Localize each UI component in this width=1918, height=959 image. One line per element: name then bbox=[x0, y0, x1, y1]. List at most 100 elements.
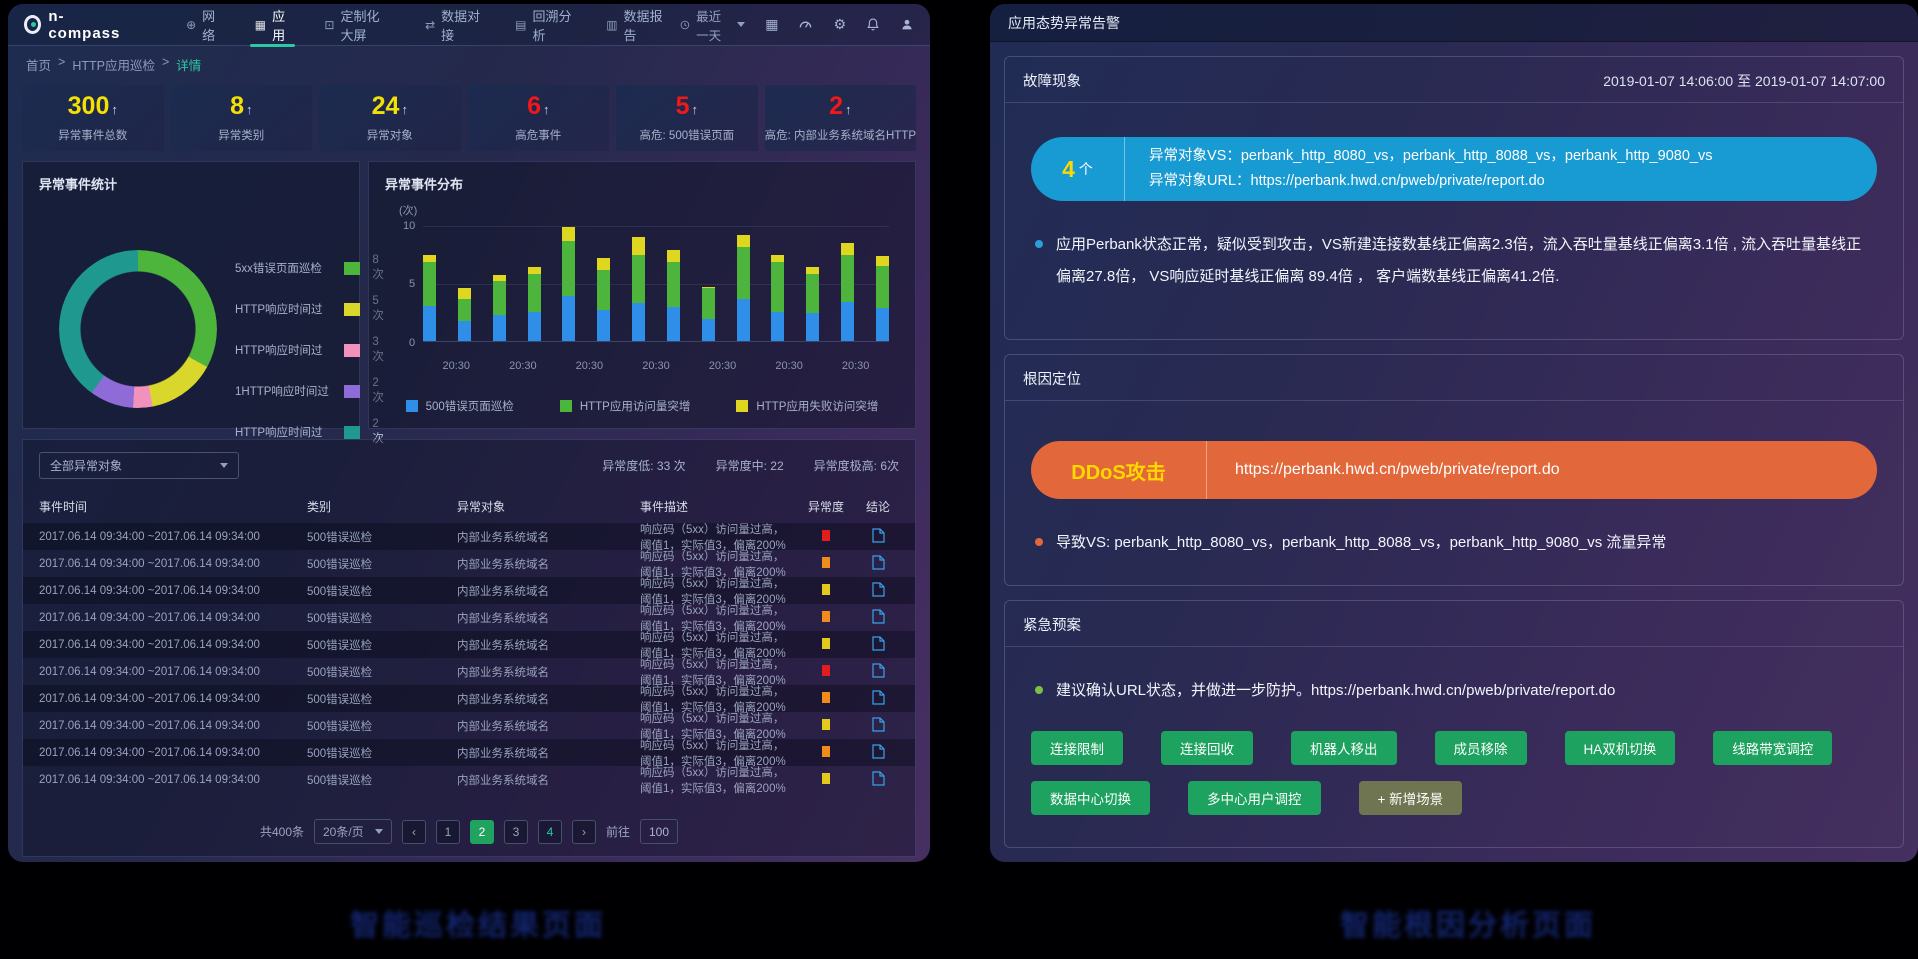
root-cause-label: DDoS攻击 bbox=[1031, 441, 1207, 499]
page-button-3[interactable]: 3 bbox=[504, 820, 528, 844]
cell-category: 500错误巡检 bbox=[307, 718, 457, 734]
action-button-连接限制[interactable]: 连接限制 bbox=[1031, 731, 1123, 765]
action-button-+ 新增场景[interactable]: + 新增场景 bbox=[1359, 781, 1463, 815]
cell-object: 内部业务系统域名 bbox=[457, 745, 640, 761]
x-tick-label: 20:30 bbox=[443, 360, 471, 372]
per-page-select[interactable]: 20条/页 bbox=[314, 819, 392, 844]
action-button-线路带宽调控[interactable]: 线路带宽调控 bbox=[1713, 731, 1832, 765]
breadcrumb-separator: > bbox=[162, 55, 169, 74]
action-button-HA双机切换[interactable]: HA双机切换 bbox=[1565, 731, 1676, 765]
action-button-连接回收[interactable]: 连接回收 bbox=[1161, 731, 1253, 765]
bell-icon[interactable] bbox=[866, 17, 880, 33]
emergency-bullet-text: 建议确认URL状态，并做进一步防护。https://perbank.hwd.cn… bbox=[1056, 675, 1615, 707]
table-row: 2017.06.14 09:34:00 ~2017.06.14 09:34:00… bbox=[23, 766, 915, 793]
page-buttons: 1234 bbox=[436, 820, 562, 844]
globe-icon: ⊕ bbox=[186, 18, 196, 32]
alert-panel-title: 应用态势异常告警 bbox=[990, 4, 1918, 42]
backtrack-icon: ▤ bbox=[515, 18, 526, 32]
root-cause-bullet: 导致VS: perbank_http_8080_vs，perbank_http_… bbox=[1035, 527, 1873, 559]
chevron-down-icon bbox=[737, 22, 745, 27]
severity-badge bbox=[822, 638, 830, 649]
nav-item-数据报告[interactable]: ▥数据报告 bbox=[589, 4, 680, 46]
cell-category: 500错误巡检 bbox=[307, 583, 457, 599]
x-tick-label: 20:30 bbox=[509, 360, 537, 372]
donut-legend-swatch bbox=[344, 262, 360, 275]
cell-conclusion[interactable] bbox=[857, 717, 899, 735]
donut-legend-label: HTTP响应时间过 bbox=[235, 301, 338, 317]
time-range-select[interactable]: 最近一天 bbox=[680, 6, 745, 44]
cell-conclusion[interactable] bbox=[857, 690, 899, 708]
cell-conclusion[interactable] bbox=[857, 744, 899, 762]
breadcrumb-separator: > bbox=[58, 55, 65, 74]
prev-page-button[interactable]: ‹ bbox=[402, 820, 426, 844]
action-button-数据中心切换[interactable]: 数据中心切换 bbox=[1031, 781, 1150, 815]
cell-conclusion[interactable] bbox=[857, 555, 899, 573]
logo[interactable]: n-compass bbox=[24, 8, 125, 42]
action-button-成员移除[interactable]: 成员移除 bbox=[1435, 731, 1527, 765]
cell-object: 内部业务系统域名 bbox=[457, 718, 640, 734]
object-filter-value: 全部异常对象 bbox=[50, 457, 122, 474]
bar-segment-500错误页面巡检 bbox=[771, 312, 784, 342]
page-button-2[interactable]: 2 bbox=[470, 820, 494, 844]
cell-conclusion[interactable] bbox=[857, 528, 899, 546]
stat-card: 5↑高危: 500错误页面 bbox=[616, 85, 758, 151]
severity-badge bbox=[822, 746, 830, 757]
cell-category: 500错误巡检 bbox=[307, 664, 457, 680]
gauge-icon[interactable] bbox=[798, 17, 813, 33]
breadcrumb-http-inspection[interactable]: HTTP应用巡检 bbox=[72, 55, 155, 74]
root-cause-section: 根因定位 DDoS攻击 https://perbank.hwd.cn/pweb/… bbox=[1004, 354, 1904, 586]
severity-badge bbox=[822, 773, 830, 784]
arrow-up-icon: ↑ bbox=[111, 103, 118, 116]
bar-segment-500错误页面巡检 bbox=[632, 303, 645, 341]
bar-segment-500错误页面巡检 bbox=[493, 315, 506, 341]
donut-legend-swatch bbox=[344, 385, 360, 398]
jump-label: 前往 bbox=[606, 823, 630, 840]
gridline bbox=[423, 226, 889, 227]
nav-item-数据对接[interactable]: ⇄数据对接 bbox=[408, 4, 498, 46]
nav-item-网络[interactable]: ⊕网络 bbox=[169, 4, 238, 46]
cell-conclusion[interactable] bbox=[857, 771, 899, 789]
cell-conclusion[interactable] bbox=[857, 582, 899, 600]
bar-segment-HTTP应用访问量突增 bbox=[632, 255, 645, 303]
bar-2 bbox=[458, 288, 471, 341]
dataflow-icon: ⇄ bbox=[425, 18, 435, 32]
cell-conclusion[interactable] bbox=[857, 636, 899, 654]
donut-legend-swatch bbox=[344, 303, 360, 316]
calendar-grid-icon[interactable]: ▦ bbox=[765, 17, 778, 33]
bar-14 bbox=[876, 256, 889, 341]
bar-segment-HTTP应用失败访问突增 bbox=[562, 227, 575, 241]
bar-legend-item: 500错误页面巡检 bbox=[406, 398, 514, 414]
page-button-4[interactable]: 4 bbox=[538, 820, 562, 844]
cell-conclusion[interactable] bbox=[857, 609, 899, 627]
bar-segment-HTTP应用访问量突增 bbox=[737, 247, 750, 299]
action-button-多中心用户调控[interactable]: 多中心用户调控 bbox=[1188, 781, 1321, 815]
root-cause-section-header: 根因定位 bbox=[1005, 355, 1903, 401]
gridline bbox=[423, 284, 889, 285]
stat-card-value: 8↑ bbox=[230, 94, 252, 119]
nav-item-定制化大屏[interactable]: ⊡定制化大屏 bbox=[307, 4, 408, 46]
action-button-机器人移出[interactable]: 机器人移出 bbox=[1291, 731, 1397, 765]
donut-legend-label: HTTP响应时间过 bbox=[235, 424, 338, 440]
stat-card-label: 异常对象 bbox=[367, 127, 413, 143]
object-filter-select[interactable]: 全部异常对象 bbox=[39, 452, 239, 479]
col-header-conclusion: 结论 bbox=[857, 498, 899, 515]
arrow-up-icon: ↑ bbox=[692, 103, 699, 116]
logo-text: n-compass bbox=[48, 8, 125, 42]
cell-time: 2017.06.14 09:34:00 ~2017.06.14 09:34:00 bbox=[39, 639, 307, 651]
next-page-button[interactable]: › bbox=[572, 820, 596, 844]
jump-page-input[interactable] bbox=[640, 819, 678, 844]
stat-number: 6 bbox=[527, 94, 541, 119]
user-icon[interactable] bbox=[900, 17, 914, 33]
emergency-section: 紧急预案 建议确认URL状态，并做进一步防护。https://perbank.h… bbox=[1004, 600, 1904, 848]
bar-segment-HTTP应用失败访问突增 bbox=[632, 237, 645, 255]
col-header-category: 类别 bbox=[307, 498, 457, 515]
cell-conclusion[interactable] bbox=[857, 663, 899, 681]
nav-item-应用[interactable]: ▦应用 bbox=[238, 4, 308, 46]
report-doc-icon bbox=[872, 717, 885, 732]
page-button-1[interactable]: 1 bbox=[436, 820, 460, 844]
breadcrumb-home[interactable]: 首页 bbox=[26, 55, 51, 74]
gear-icon[interactable]: ⚙ bbox=[833, 17, 846, 33]
nav-item-回溯分析[interactable]: ▤回溯分析 bbox=[498, 4, 589, 46]
bullet-dot-icon bbox=[1035, 240, 1043, 248]
table-filter-row: 全部异常对象 异常度低: 33 次 异常度中: 22 异常度极高: 6次 bbox=[23, 440, 915, 489]
